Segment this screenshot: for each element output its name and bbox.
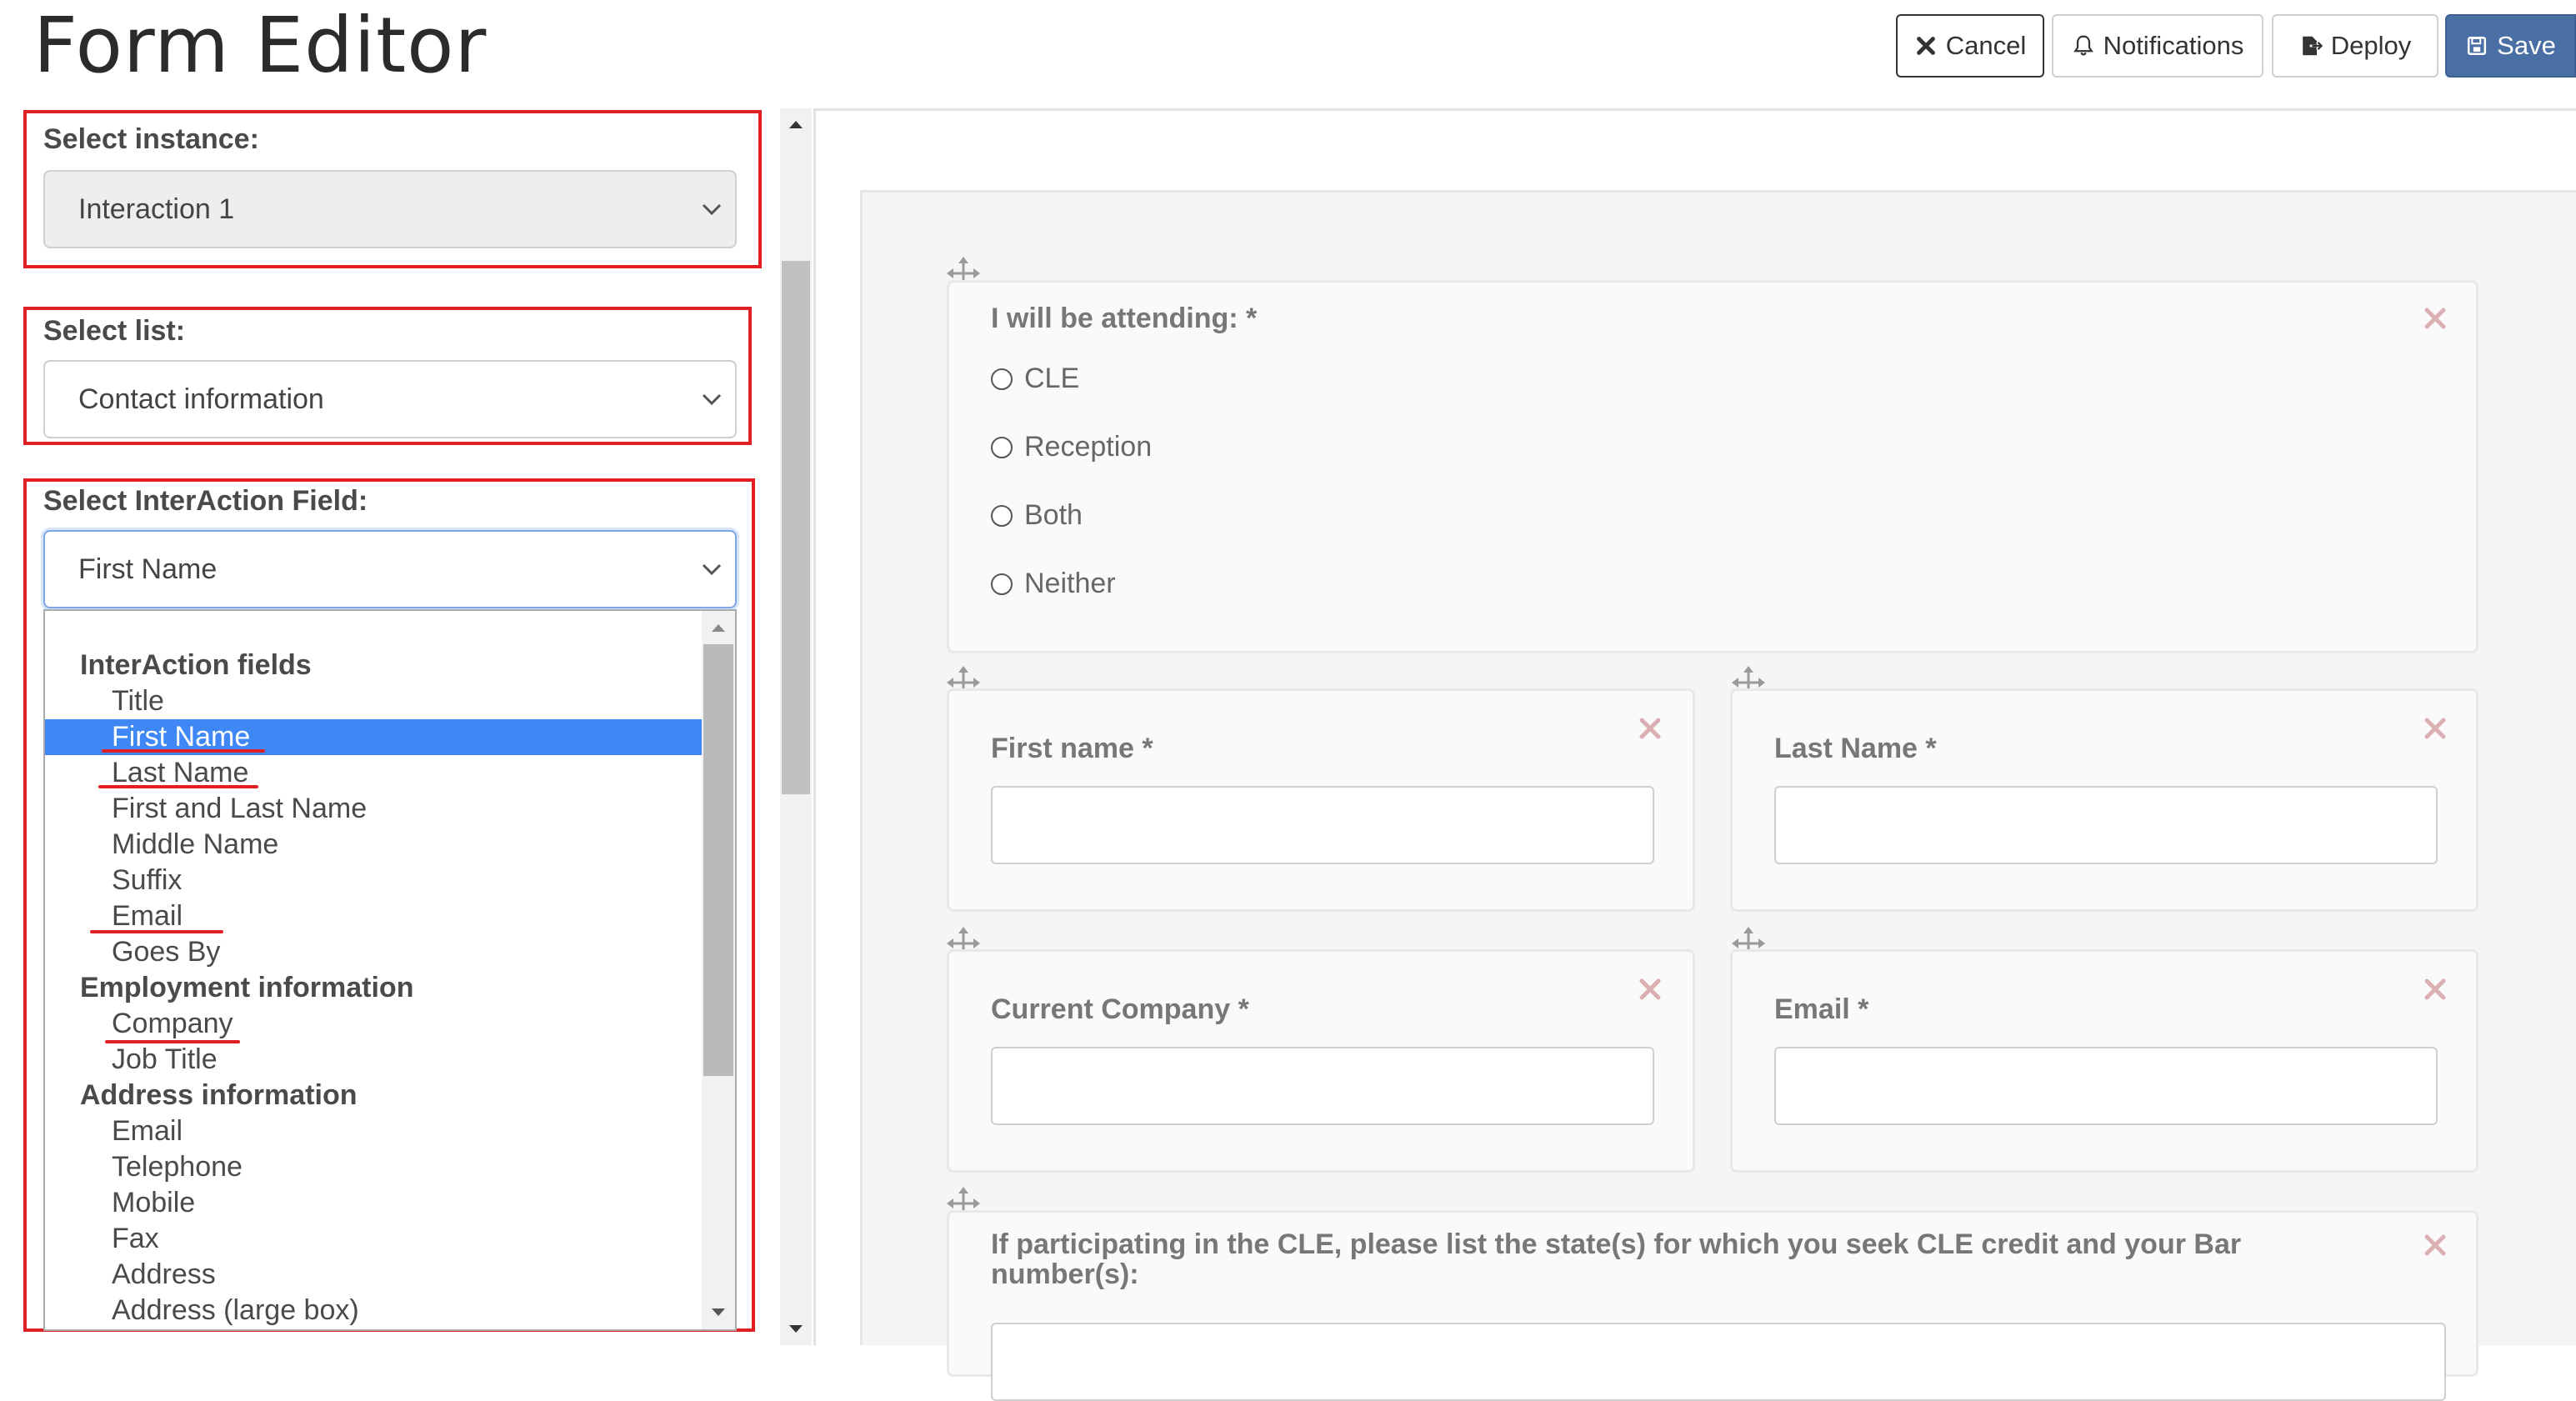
option-fax[interactable]: Fax xyxy=(45,1221,702,1257)
notifications-label: Notifications xyxy=(2103,31,2244,60)
option-middle-name[interactable]: Middle Name xyxy=(45,827,702,863)
scroll-down-arrow-icon[interactable] xyxy=(702,1296,735,1329)
cle-states-input[interactable] xyxy=(991,1323,2446,1401)
radio-label: CLE xyxy=(1024,363,1080,394)
deploy-button[interactable]: Deploy xyxy=(2272,14,2438,78)
deploy-icon xyxy=(2302,36,2323,56)
current-company-label: Current Company * xyxy=(991,993,1249,1025)
chevron-down-icon xyxy=(702,563,722,576)
page-scrollbar[interactable] xyxy=(780,108,812,1345)
scroll-up-arrow-icon[interactable] xyxy=(702,611,735,644)
cancel-button[interactable]: Cancel xyxy=(1896,14,2044,78)
cancel-label: Cancel xyxy=(1945,31,2027,60)
bell-icon xyxy=(2073,35,2093,56)
page-scroll-thumb[interactable] xyxy=(782,261,810,794)
option-address-email[interactable]: Email xyxy=(45,1113,702,1149)
radio-label: Neither xyxy=(1024,568,1116,599)
annotation-underline-first-name xyxy=(102,749,265,753)
chevron-down-icon xyxy=(702,203,722,216)
remove-field-icon[interactable] xyxy=(2423,977,2448,1002)
remove-field-icon[interactable] xyxy=(2423,306,2448,331)
option-email[interactable]: Email xyxy=(45,898,702,934)
remove-field-icon[interactable] xyxy=(1638,716,1663,741)
first-name-field-card[interactable]: First name * xyxy=(947,688,1695,912)
page-scroll-down-icon[interactable] xyxy=(780,1313,812,1345)
cle-states-field-card[interactable]: If participating in the CLE, please list… xyxy=(947,1210,2478,1401)
radio-label: Both xyxy=(1024,499,1083,531)
page-title: Form Editor xyxy=(33,1,488,90)
email-input[interactable] xyxy=(1774,1047,2438,1125)
option-group-address-information: Address information xyxy=(80,1079,358,1111)
radio-button[interactable] xyxy=(991,368,1013,390)
option-mobile[interactable]: Mobile xyxy=(45,1185,702,1221)
list-select[interactable]: Contact information xyxy=(43,360,737,438)
radio-button[interactable] xyxy=(991,436,1013,458)
option-job-title[interactable]: Job Title xyxy=(45,1042,702,1078)
option-group-employment-information: Employment information xyxy=(80,972,414,1003)
annotation-underline-last-name xyxy=(98,785,258,788)
deploy-label: Deploy xyxy=(2330,31,2412,60)
option-company[interactable]: Company xyxy=(45,1006,702,1042)
attending-field-card[interactable]: I will be attending: * CLE Reception Bot… xyxy=(947,280,2478,653)
chevron-down-icon xyxy=(702,393,722,406)
radio-option-cle[interactable]: CLE xyxy=(991,363,1079,395)
save-label: Save xyxy=(2497,31,2556,60)
field-value: First Name xyxy=(78,553,218,585)
remove-field-icon[interactable] xyxy=(2423,1233,2448,1258)
option-telephone[interactable]: Telephone xyxy=(45,1149,702,1185)
radio-option-reception[interactable]: Reception xyxy=(991,431,1152,463)
current-company-field-card[interactable]: Current Company * xyxy=(947,949,1695,1173)
radio-label: Reception xyxy=(1024,431,1153,463)
last-name-field-card[interactable]: Last Name * xyxy=(1730,688,2478,912)
save-button[interactable]: Save xyxy=(2445,14,2576,78)
last-name-input[interactable] xyxy=(1774,786,2438,864)
option-suffix[interactable]: Suffix xyxy=(45,863,702,898)
current-company-input[interactable] xyxy=(991,1047,1654,1125)
list-label: Select list: xyxy=(43,315,186,347)
cle-states-label: If participating in the CLE, please list… xyxy=(991,1228,2242,1290)
email-field-card[interactable]: Email * xyxy=(1730,949,2478,1173)
option-address-large-box[interactable]: Address (large box) xyxy=(45,1293,702,1328)
close-icon xyxy=(1916,37,1935,55)
remove-field-icon[interactable] xyxy=(1638,977,1663,1002)
list-value: Contact information xyxy=(78,383,324,415)
first-name-input[interactable] xyxy=(991,786,1654,864)
field-options-listbox[interactable]: InterAction fields Title First Name Last… xyxy=(43,609,737,1331)
attending-label: I will be attending: * xyxy=(991,303,1258,334)
radio-option-both[interactable]: Both xyxy=(991,499,1083,532)
instance-select[interactable]: Interaction 1 xyxy=(43,170,737,248)
radio-option-neither[interactable]: Neither xyxy=(991,568,1116,600)
page-scroll-up-icon[interactable] xyxy=(780,108,812,140)
field-label: Select InterAction Field: xyxy=(43,485,368,517)
first-name-label: First name * xyxy=(991,733,1153,764)
radio-button[interactable] xyxy=(991,504,1013,527)
option-group-interaction-fields: InterAction fields xyxy=(80,649,312,681)
option-title[interactable]: Title xyxy=(45,683,702,719)
option-first-and-last-name[interactable]: First and Last Name xyxy=(45,791,702,827)
email-label: Email * xyxy=(1774,993,1869,1025)
notifications-button[interactable]: Notifications xyxy=(2052,14,2263,78)
radio-button[interactable] xyxy=(991,573,1013,595)
floppy-disk-icon xyxy=(2468,36,2487,56)
instance-label: Select instance: xyxy=(43,123,259,155)
option-address[interactable]: Address xyxy=(45,1257,702,1293)
listbox-scroll-thumb[interactable] xyxy=(703,644,733,1076)
instance-value: Interaction 1 xyxy=(78,193,235,225)
field-select[interactable]: First Name xyxy=(43,530,737,608)
annotation-underline-email xyxy=(90,930,223,933)
option-goes-by[interactable]: Goes By xyxy=(45,934,702,970)
annotation-underline-company xyxy=(105,1040,240,1043)
listbox-scrollbar[interactable] xyxy=(702,611,735,1329)
remove-field-icon[interactable] xyxy=(2423,716,2448,741)
last-name-label: Last Name * xyxy=(1774,733,1937,764)
